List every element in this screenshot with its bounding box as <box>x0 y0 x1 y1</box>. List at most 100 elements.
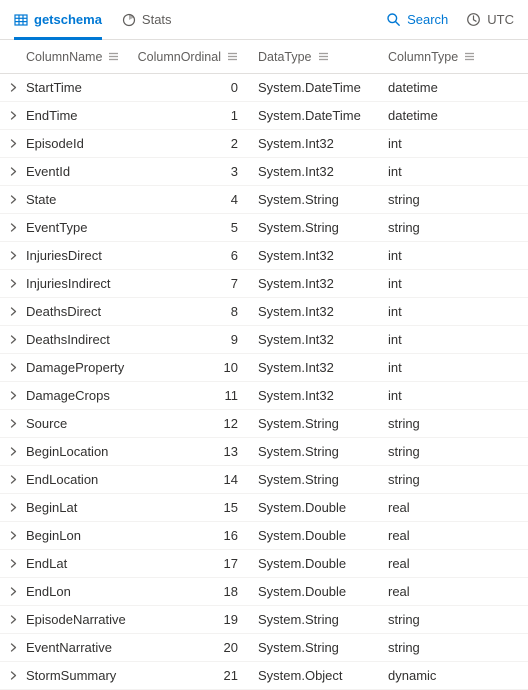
expand-row-icon[interactable] <box>0 279 26 288</box>
cell-data-type: System.Double <box>258 584 388 599</box>
hamburger-icon[interactable] <box>464 51 475 62</box>
cell-column-type: int <box>388 276 498 291</box>
tab-getschema-label: getschema <box>34 12 102 27</box>
table-row[interactable]: EventId3System.Int32int <box>0 158 528 186</box>
table-row[interactable]: DeathsDirect8System.Int32int <box>0 298 528 326</box>
cell-data-type: System.Int32 <box>258 360 388 375</box>
cell-data-type: System.Object <box>258 668 388 683</box>
hamburger-icon[interactable] <box>318 51 329 62</box>
expand-row-icon[interactable] <box>0 615 26 624</box>
table-row[interactable]: State4System.Stringstring <box>0 186 528 214</box>
search-button[interactable]: Search <box>386 12 448 27</box>
expand-row-icon[interactable] <box>0 111 26 120</box>
expand-row-icon[interactable] <box>0 391 26 400</box>
cell-column-ordinal: 21 <box>148 668 258 683</box>
cell-column-ordinal: 3 <box>148 164 258 179</box>
col-header-datatype[interactable]: DataType <box>258 50 388 64</box>
cell-column-type: string <box>388 612 498 627</box>
cell-column-type: real <box>388 584 498 599</box>
cell-column-name: DeathsIndirect <box>26 332 148 347</box>
cell-column-type: int <box>388 136 498 151</box>
expand-row-icon[interactable] <box>0 559 26 568</box>
cell-column-ordinal: 7 <box>148 276 258 291</box>
cell-column-name: EndTime <box>26 108 148 123</box>
timezone-button[interactable]: UTC <box>466 12 514 27</box>
hamburger-icon[interactable] <box>108 51 119 62</box>
cell-column-name: BeginLat <box>26 500 148 515</box>
table-row[interactable]: EndLon18System.Doublereal <box>0 578 528 606</box>
expand-row-icon[interactable] <box>0 139 26 148</box>
table-row[interactable]: StartTime0System.DateTimedatetime <box>0 74 528 102</box>
cell-column-ordinal: 2 <box>148 136 258 151</box>
cell-data-type: System.String <box>258 640 388 655</box>
table-row[interactable]: EventType5System.Stringstring <box>0 214 528 242</box>
table-row[interactable]: InjuriesIndirect7System.Int32int <box>0 270 528 298</box>
table-row[interactable]: EndLocation14System.Stringstring <box>0 466 528 494</box>
col-header-name[interactable]: ColumnName <box>26 50 148 64</box>
clock-icon <box>466 12 481 27</box>
cell-column-name: DamageCrops <box>26 388 148 403</box>
cell-column-name: StartTime <box>26 80 148 95</box>
cell-column-type: string <box>388 640 498 655</box>
tab-getschema[interactable]: getschema <box>14 0 102 40</box>
expand-row-icon[interactable] <box>0 83 26 92</box>
cell-column-type: real <box>388 556 498 571</box>
cell-column-ordinal: 5 <box>148 220 258 235</box>
cell-data-type: System.Int32 <box>258 388 388 403</box>
expand-row-icon[interactable] <box>0 223 26 232</box>
result-top-bar: getschema Stats Search UTC <box>0 0 528 40</box>
col-header-datatype-label: DataType <box>258 50 312 64</box>
table-row[interactable]: EndTime1System.DateTimedatetime <box>0 102 528 130</box>
expand-row-icon[interactable] <box>0 447 26 456</box>
stats-icon <box>122 13 136 27</box>
expand-row-icon[interactable] <box>0 503 26 512</box>
table-row[interactable]: BeginLon16System.Doublereal <box>0 522 528 550</box>
table-row[interactable]: EventNarrative20System.Stringstring <box>0 634 528 662</box>
table-row[interactable]: BeginLat15System.Doublereal <box>0 494 528 522</box>
expand-row-icon[interactable] <box>0 643 26 652</box>
table-row[interactable]: StormSummary21System.Objectdynamic <box>0 662 528 690</box>
table-row[interactable]: DamageProperty10System.Int32int <box>0 354 528 382</box>
cell-column-ordinal: 19 <box>148 612 258 627</box>
cell-column-ordinal: 16 <box>148 528 258 543</box>
tab-stats[interactable]: Stats <box>122 0 172 40</box>
expand-row-icon[interactable] <box>0 363 26 372</box>
expand-row-icon[interactable] <box>0 195 26 204</box>
table-row[interactable]: BeginLocation13System.Stringstring <box>0 438 528 466</box>
table-row[interactable]: InjuriesDirect6System.Int32int <box>0 242 528 270</box>
table-row[interactable]: EpisodeNarrative19System.Stringstring <box>0 606 528 634</box>
expand-row-icon[interactable] <box>0 475 26 484</box>
expand-row-icon[interactable] <box>0 671 26 680</box>
cell-column-type: int <box>388 164 498 179</box>
cell-column-type: real <box>388 528 498 543</box>
cell-column-ordinal: 11 <box>148 388 258 403</box>
expand-row-icon[interactable] <box>0 419 26 428</box>
cell-column-ordinal: 9 <box>148 332 258 347</box>
expand-row-icon[interactable] <box>0 531 26 540</box>
table-row[interactable]: Source12System.Stringstring <box>0 410 528 438</box>
col-header-name-label: ColumnName <box>26 50 102 64</box>
cell-column-type: datetime <box>388 108 498 123</box>
hamburger-icon[interactable] <box>227 51 238 62</box>
cell-column-name: EndLat <box>26 556 148 571</box>
expand-row-icon[interactable] <box>0 335 26 344</box>
cell-data-type: System.Double <box>258 556 388 571</box>
search-icon <box>386 12 401 27</box>
cell-column-type: string <box>388 416 498 431</box>
expand-row-icon[interactable] <box>0 307 26 316</box>
expand-row-icon[interactable] <box>0 587 26 596</box>
expand-row-icon[interactable] <box>0 167 26 176</box>
cell-column-name: EndLon <box>26 584 148 599</box>
cell-column-ordinal: 20 <box>148 640 258 655</box>
table-row[interactable]: EpisodeId2System.Int32int <box>0 130 528 158</box>
col-header-columntype[interactable]: ColumnType <box>388 50 498 64</box>
table-row[interactable]: DeathsIndirect9System.Int32int <box>0 326 528 354</box>
expand-row-icon[interactable] <box>0 251 26 260</box>
cell-column-name: InjuriesDirect <box>26 248 148 263</box>
table-row[interactable]: EndLat17System.Doublereal <box>0 550 528 578</box>
col-header-ordinal[interactable]: ColumnOrdinal <box>148 50 258 64</box>
cell-column-name: EventType <box>26 220 148 235</box>
table-row[interactable]: DamageCrops11System.Int32int <box>0 382 528 410</box>
result-tabs: getschema Stats <box>14 0 172 40</box>
cell-column-ordinal: 0 <box>148 80 258 95</box>
